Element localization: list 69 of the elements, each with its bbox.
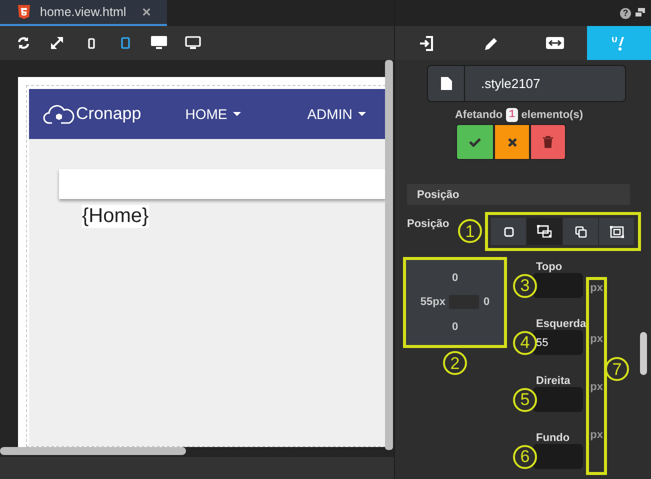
caret-icon xyxy=(358,112,366,116)
style-class-selector[interactable]: .style2107 xyxy=(427,65,626,102)
unit-label: px xyxy=(590,428,604,443)
field-label: Esquerda xyxy=(536,318,586,330)
html5-icon xyxy=(18,5,30,19)
offset-input[interactable] xyxy=(533,387,583,412)
phone-icon xyxy=(88,38,94,48)
caret-icon xyxy=(233,112,242,116)
page-heading: {Home} xyxy=(82,205,149,228)
monitor-icon xyxy=(185,36,201,50)
close-tab-button[interactable]: × xyxy=(142,4,151,20)
vertical-scrollbar[interactable] xyxy=(385,60,393,450)
file-tab[interactable]: home.view.html × xyxy=(0,0,167,26)
horizontal-scrollbar[interactable] xyxy=(0,447,186,455)
left-value: 55px xyxy=(420,296,446,308)
trash-icon xyxy=(543,136,553,148)
bottom-value: 0 xyxy=(452,321,458,334)
resize-horizontal-icon xyxy=(546,37,564,49)
field-label: Topo xyxy=(536,261,564,273)
position-relative-button[interactable] xyxy=(527,218,564,245)
cloud-icon xyxy=(43,103,75,125)
unit-label: px xyxy=(590,281,604,296)
unit-label: px xyxy=(590,380,604,395)
callout-number: 1 xyxy=(458,219,482,243)
cancel-button[interactable] xyxy=(494,124,530,160)
desktop-icon xyxy=(151,36,167,50)
delete-button[interactable] xyxy=(530,124,566,160)
confirm-button[interactable] xyxy=(456,124,494,160)
pinned-frame-icon xyxy=(610,226,624,238)
callout-number: 7 xyxy=(605,357,629,381)
offset-input[interactable]: 55 xyxy=(533,330,583,355)
callout-number: 4 xyxy=(513,330,537,354)
callout-number: 6 xyxy=(513,444,537,468)
position-fixed-button[interactable] xyxy=(599,218,636,245)
position-static-button[interactable] xyxy=(491,218,528,245)
offset-input[interactable] xyxy=(533,444,583,469)
element-count-badge: 1 xyxy=(506,108,518,122)
refresh-icon xyxy=(16,37,30,49)
file-name: home.view.html xyxy=(40,5,126,19)
sign-in-icon xyxy=(420,36,434,50)
check-icon xyxy=(469,138,481,146)
right-value: 0 xyxy=(483,296,490,308)
file-icon xyxy=(440,77,452,90)
callout-number: 3 xyxy=(513,274,537,298)
expand-icon xyxy=(51,37,63,49)
nav-menu-item[interactable]: HOME xyxy=(185,106,242,122)
unit-label: px xyxy=(590,332,604,347)
help-button[interactable]: ? xyxy=(620,8,631,18)
position-absolute-button[interactable] xyxy=(563,218,600,245)
affecting-suffix: elemento(s) xyxy=(521,109,584,121)
move-frame-icon xyxy=(537,225,552,238)
field-label: Fundo xyxy=(536,432,571,444)
callout-number: 2 xyxy=(443,351,467,375)
offset-input[interactable] xyxy=(533,273,583,298)
affecting-label: Afetando xyxy=(454,109,503,121)
pencil-icon xyxy=(484,36,498,50)
tablet-icon xyxy=(120,37,130,49)
vertical-scrollbar[interactable] xyxy=(640,332,647,375)
top-value: 0 xyxy=(452,272,458,284)
section-header: Posição xyxy=(407,184,630,205)
field-label: Direita xyxy=(536,375,572,387)
brand-name: Cronapp xyxy=(76,104,142,124)
close-icon xyxy=(508,138,516,146)
callout-number: 5 xyxy=(513,388,537,412)
nav-menu-item[interactable]: ADMIN xyxy=(307,106,366,122)
copy-squares-icon xyxy=(574,226,587,238)
square-icon xyxy=(504,226,514,236)
restore-window-icon[interactable] xyxy=(635,8,645,18)
field-label: Posição xyxy=(407,218,450,230)
